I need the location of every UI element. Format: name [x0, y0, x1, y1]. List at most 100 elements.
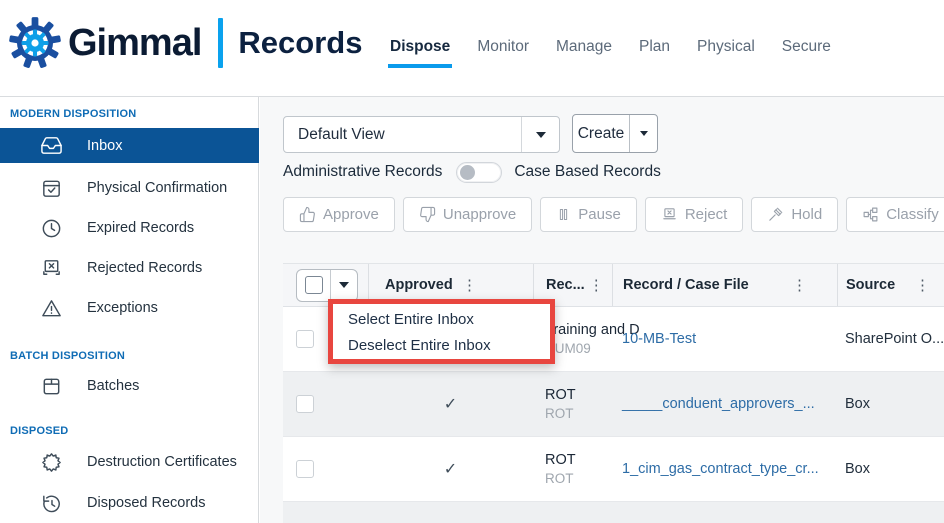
nav-item-monitor[interactable]: Monitor — [477, 38, 529, 68]
record-link[interactable]: _____conduent_approvers_... — [612, 372, 837, 436]
sidebar-item-exceptions[interactable]: Exceptions — [0, 288, 259, 328]
thumbs-down-icon — [419, 206, 436, 223]
source-cell — [837, 502, 944, 523]
pause-label: Pause — [578, 206, 621, 223]
nav-item-physical[interactable]: Physical — [697, 38, 755, 68]
sidebar-item-rejected-records[interactable]: Rejected Records — [0, 248, 259, 288]
sidebar-item-label: Exceptions — [87, 300, 158, 316]
source-cell: Box — [837, 372, 944, 436]
approved-cell: ✓ — [368, 437, 533, 501]
sidebar-heading-modern-disposition: MODERN DISPOSITION — [10, 108, 136, 120]
record-series-cell: ROT ROT — [533, 372, 612, 436]
source-cell: SharePoint O... — [837, 307, 944, 371]
create-button[interactable]: Create — [573, 115, 630, 152]
reject-ballot-icon — [661, 206, 678, 223]
ballot-x-icon — [40, 257, 63, 280]
brand-name: Gimmal — [68, 22, 201, 65]
record-series-name: ROT — [545, 386, 576, 405]
column-label: Rec... — [546, 277, 585, 293]
select-all-split-button[interactable] — [296, 269, 358, 302]
record-link[interactable] — [612, 502, 837, 523]
inbox-icon — [40, 134, 63, 157]
thumbs-up-icon — [299, 206, 316, 223]
approved-cell: ✓ — [368, 372, 533, 436]
sidebar-item-label: Expired Records — [87, 220, 194, 236]
classify-label: Classify — [886, 206, 939, 223]
select-all-dropdown-arrow[interactable] — [331, 270, 357, 301]
brand: Gimmal Records — [8, 16, 362, 70]
history-clock-icon — [40, 492, 63, 515]
nav-item-plan[interactable]: Plan — [639, 38, 670, 68]
sidebar-item-label: Rejected Records — [87, 260, 202, 276]
reject-button[interactable]: Reject — [645, 197, 744, 232]
menu-item-deselect-entire-inbox[interactable]: Deselect Entire Inbox — [333, 332, 550, 358]
main-panel: Default View Create Administrative Recor… — [260, 97, 944, 523]
sidebar-item-inbox[interactable]: Inbox — [0, 128, 259, 163]
row-checkbox[interactable] — [296, 395, 314, 413]
gavel-icon — [767, 206, 784, 223]
brand-divider — [218, 18, 223, 68]
approved-cell — [368, 502, 533, 523]
row-checkbox[interactable] — [296, 460, 314, 478]
view-selector-dropdown[interactable]: Default View — [283, 116, 560, 153]
record-series-cell: ROT ROT — [533, 437, 612, 501]
table-row[interactable]: ✓ ROT ROT _____conduent_approvers_... Bo… — [283, 372, 944, 437]
column-menu-icon[interactable]: ⋮ — [911, 276, 934, 294]
create-split-button[interactable]: Create — [572, 114, 658, 153]
source-cell: Box — [837, 437, 944, 501]
reject-label: Reject — [685, 206, 728, 223]
nav-item-manage[interactable]: Manage — [556, 38, 612, 68]
column-header-record-case-file[interactable]: Record / Case File ⋮ — [612, 264, 837, 306]
table-row[interactable]: ROT — [283, 502, 944, 523]
view-selector-arrow[interactable] — [521, 117, 559, 152]
hold-button[interactable]: Hold — [751, 197, 838, 232]
record-link[interactable]: 10-MB-Test — [612, 307, 837, 371]
sidebar-item-destruction-certificates[interactable]: Destruction Certificates — [0, 442, 259, 482]
nav-item-dispose[interactable]: Dispose — [390, 38, 450, 68]
menu-item-select-entire-inbox[interactable]: Select Entire Inbox — [333, 306, 550, 332]
table-row[interactable]: ✓ ROT ROT 1_cim_gas_contract_type_cr... … — [283, 437, 944, 502]
case-based-records-label: Case Based Records — [514, 163, 660, 181]
column-label: Approved — [385, 277, 453, 293]
certificate-seal-icon — [40, 451, 63, 474]
sidebar-item-label: Disposed Records — [87, 495, 205, 511]
sidebar-heading-batch-disposition: BATCH DISPOSITION — [10, 350, 125, 362]
gimmal-gear-logo-icon — [8, 16, 62, 70]
unapprove-button[interactable]: Unapprove — [403, 197, 532, 232]
column-label: Record / Case File — [623, 277, 749, 293]
records-mode-toggle[interactable] — [456, 162, 502, 183]
sidebar-item-disposed-records[interactable]: Disposed Records — [0, 483, 259, 523]
column-menu-icon[interactable]: ⋮ — [458, 276, 481, 294]
sidebar-item-label: Inbox — [87, 138, 122, 154]
column-header-source[interactable]: Source ⋮ — [837, 264, 944, 306]
batch-box-icon — [40, 375, 63, 398]
approve-button[interactable]: Approve — [283, 197, 395, 232]
app-window: Gimmal Records Dispose Monitor Manage Pl… — [0, 0, 944, 523]
column-menu-icon[interactable]: ⋮ — [585, 276, 608, 294]
record-series-name: ROT — [545, 451, 576, 470]
sidebar-item-expired-records[interactable]: Expired Records — [0, 208, 259, 248]
create-dropdown-arrow[interactable] — [630, 115, 657, 152]
records-mode-toggle-row: Administrative Records Case Based Record… — [283, 159, 661, 185]
app-header: Gimmal Records Dispose Monitor Manage Pl… — [0, 0, 944, 97]
sidebar-item-physical-confirmation[interactable]: Physical Confirmation — [0, 168, 259, 208]
column-menu-icon[interactable]: ⋮ — [788, 276, 811, 294]
product-name: Records — [238, 25, 362, 61]
pause-icon — [556, 207, 571, 222]
select-inbox-menu annotation-highlight: Select Entire Inbox Deselect Entire Inbo… — [328, 299, 555, 364]
record-series-code: ROT — [545, 405, 574, 423]
classify-button[interactable]: Classify — [846, 197, 944, 232]
sidebar-heading-disposed: DISPOSED — [10, 425, 68, 437]
box-check-icon — [40, 177, 63, 200]
select-all-checkbox[interactable] — [297, 270, 331, 301]
sidebar-item-batches[interactable]: Batches — [0, 366, 259, 406]
nav-item-secure[interactable]: Secure — [782, 38, 831, 68]
row-checkbox[interactable] — [296, 330, 314, 348]
sidebar-item-label: Physical Confirmation — [87, 180, 227, 196]
pause-button[interactable]: Pause — [540, 197, 637, 232]
classify-hierarchy-icon — [862, 206, 879, 223]
top-nav: Dispose Monitor Manage Plan Physical Sec… — [390, 38, 831, 68]
record-link[interactable]: 1_cim_gas_contract_type_cr... — [612, 437, 837, 501]
hold-label: Hold — [791, 206, 822, 223]
record-series-code: ROT — [545, 470, 574, 488]
